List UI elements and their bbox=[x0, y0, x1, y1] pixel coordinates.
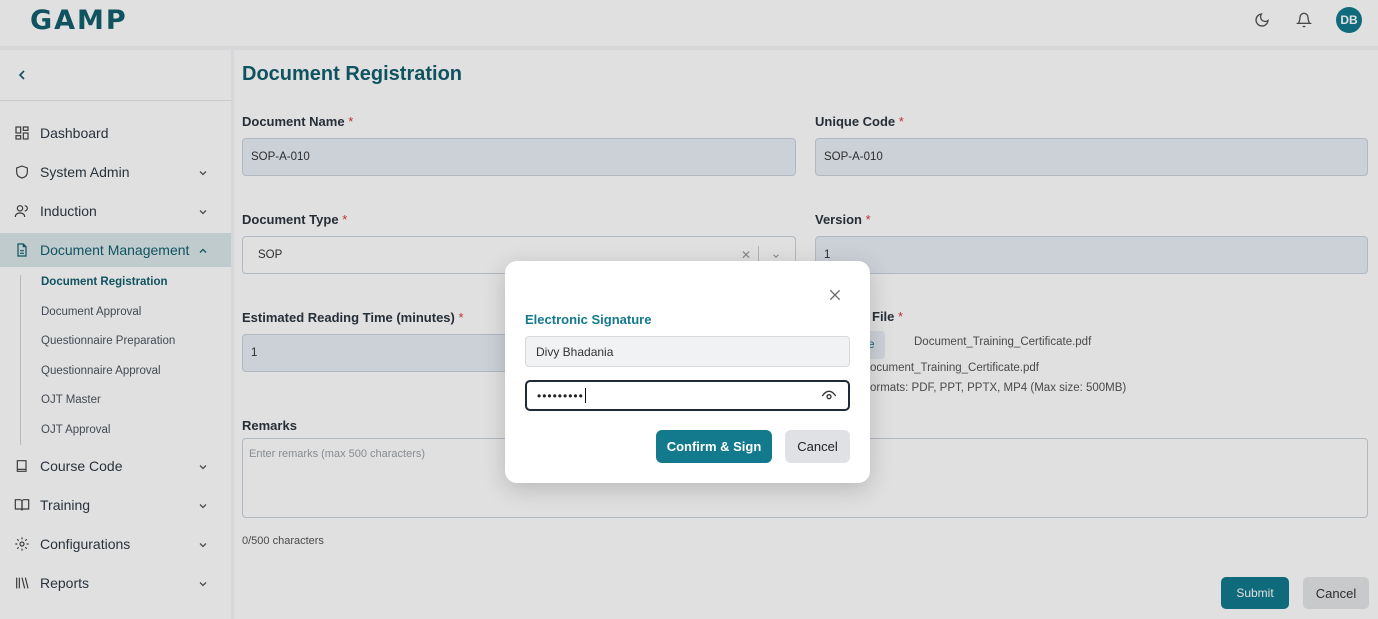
close-icon[interactable] bbox=[827, 287, 843, 303]
password-value: ••••••••• bbox=[537, 388, 584, 403]
modal-title: Electronic Signature bbox=[525, 312, 652, 327]
text-caret bbox=[584, 388, 586, 403]
confirm-sign-button[interactable]: Confirm & Sign bbox=[656, 430, 772, 463]
password-field[interactable]: ••••••••• bbox=[525, 380, 850, 411]
signer-name-field[interactable]: Divy Bhadania bbox=[525, 336, 850, 367]
electronic-signature-modal: Electronic Signature Divy Bhadania •••••… bbox=[505, 261, 870, 483]
modal-cancel-button[interactable]: Cancel bbox=[785, 430, 850, 463]
eye-icon[interactable] bbox=[821, 388, 837, 404]
